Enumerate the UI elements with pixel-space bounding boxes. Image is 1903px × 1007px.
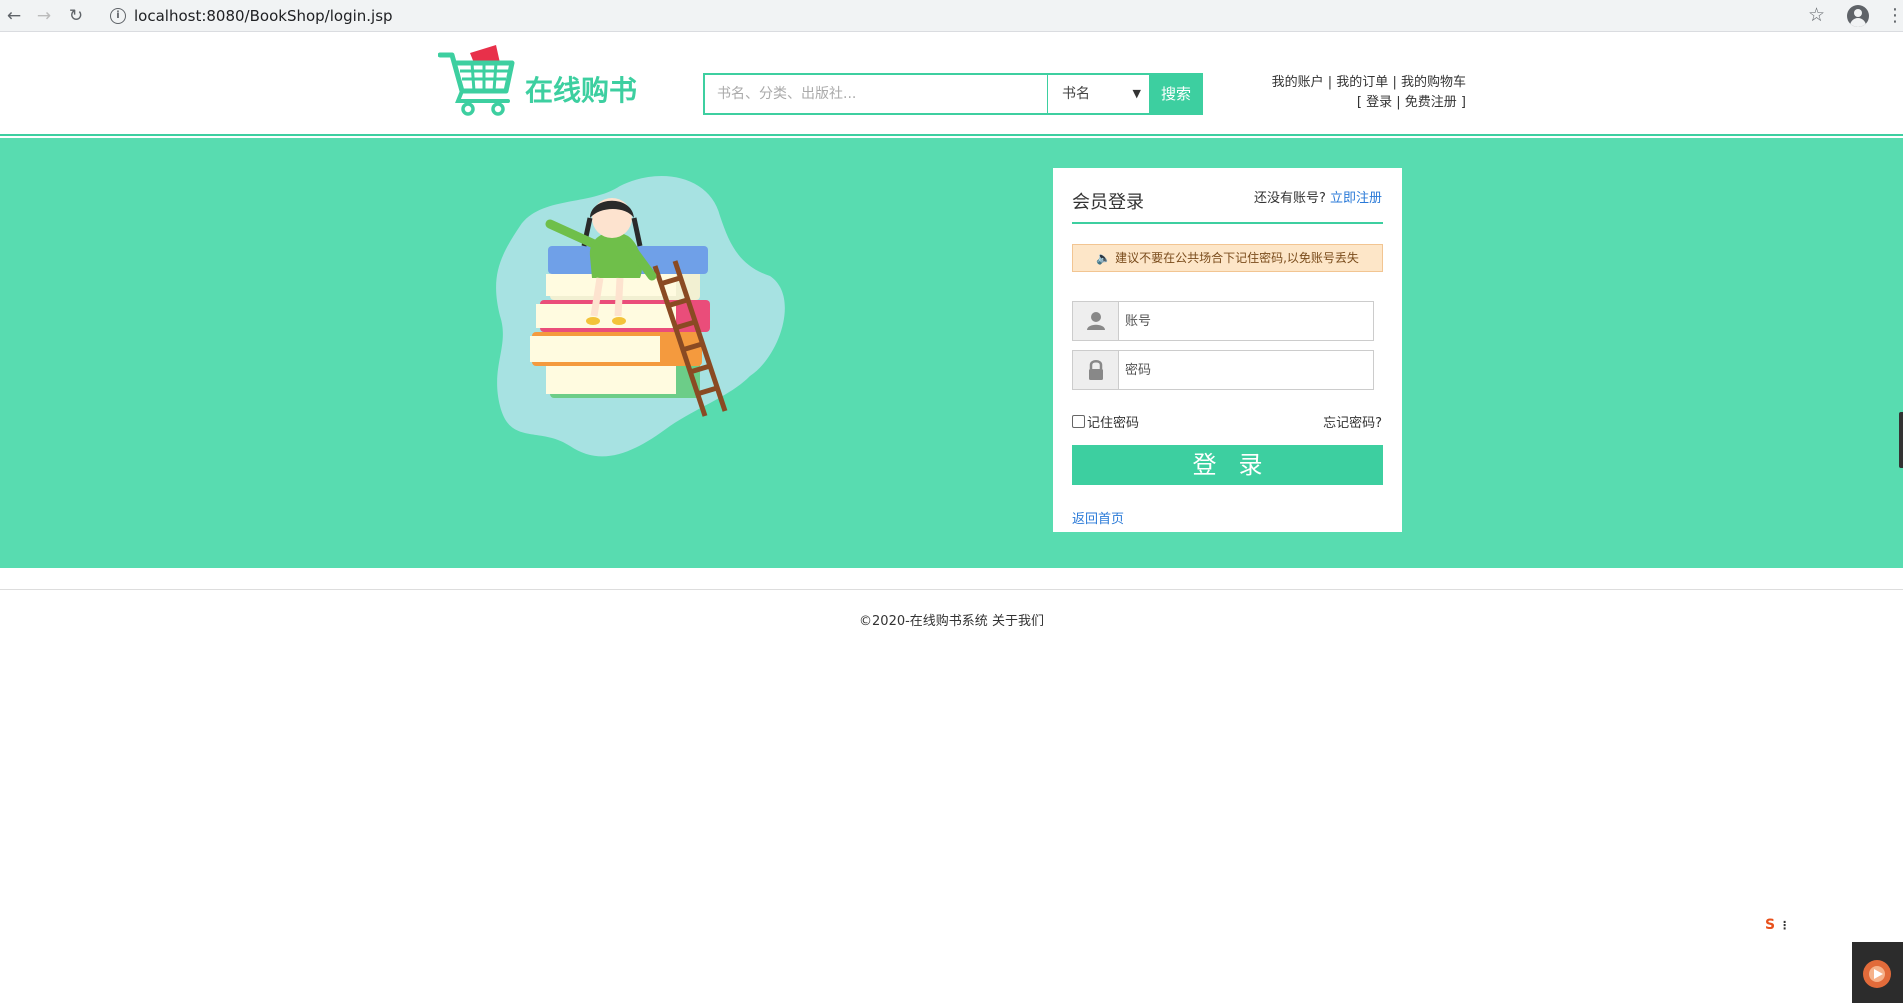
star-icon[interactable]: ☆ [1808,4,1825,26]
forward-icon[interactable]: → [34,6,54,26]
lock-icon [1073,351,1119,389]
register-now-link[interactable]: 立即注册 [1330,191,1382,206]
side-handle[interactable] [1899,412,1903,468]
back-home-link[interactable]: 返回首页 [1072,508,1124,527]
top-links: 我的账户 | 我的订单 | 我的购物车 [ 登录 | 免费注册 ] [1230,73,1466,113]
girl-on-books-illustration [496,176,785,457]
separator: | [1392,75,1397,90]
ime-toolbar[interactable]: S ⋮ [1765,917,1809,939]
forgot-password-link[interactable]: 忘记密码? [1323,412,1382,431]
sogou-ime-icon: S [1765,917,1776,933]
reload-icon[interactable]: ↻ [66,6,86,26]
security-notice: 🔈 建议不要在公共场合下记住密码,以免账号丢失 [1072,244,1383,272]
ime-menu-icon[interactable]: ⋮ [1779,919,1790,932]
search-category-select[interactable]: 书名 ▼ [1047,75,1149,113]
login-button[interactable]: 登录 [1072,445,1383,485]
notice-text: 建议不要在公共场合下记住密码,以免账号丢失 [1115,251,1359,265]
site-logo[interactable]: 在线购书 [437,41,738,121]
no-account-prompt: 还没有账号? 立即注册 [1254,187,1382,206]
account-icon[interactable] [1847,5,1869,27]
title-divider [1072,222,1383,224]
about-link[interactable]: 关于我们 [992,614,1044,629]
search-bar: 书名 ▼ 搜索 [703,73,1203,115]
footer: ©2020-在线购书系统 关于我们 [0,610,1903,629]
url-text[interactable]: localhost:8080/BookShop/login.jsp [134,7,393,25]
register-link[interactable]: 免费注册 [1405,95,1457,110]
account-field [1072,301,1374,341]
my-orders-link[interactable]: 我的订单 [1336,75,1388,90]
browser-toolbar: ← → ↻ i localhost:8080/BookShop/login.js… [0,0,1903,32]
login-panel: 会员登录 还没有账号? 立即注册 🔈建议不要在公共场合下记住密码,以免账号丢失 [1053,168,1402,532]
my-account-link[interactable]: 我的账户 [1272,75,1324,90]
gear-icon [1863,960,1891,988]
password-field [1072,350,1374,390]
my-cart-link[interactable]: 我的购物车 [1401,75,1466,90]
remember-checkbox[interactable] [1072,415,1085,428]
menu-icon[interactable]: ⋮ [1886,5,1903,26]
login-link[interactable]: 登录 [1366,95,1392,110]
chevron-down-icon: ▼ [1132,87,1141,100]
info-icon[interactable]: i [110,8,126,24]
copyright-text: ©2020-在线购书系统 [859,614,988,629]
back-icon[interactable]: ← [4,6,24,26]
remember-password[interactable]: 记住密码 [1072,412,1139,431]
speaker-icon: 🔈 [1096,251,1112,265]
cart-logo-icon [437,45,515,116]
login-title: 会员登录 [1072,192,1144,213]
no-account-text: 还没有账号? [1253,191,1326,206]
bracket-open: [ [1356,95,1362,110]
bracket-close: ] [1460,95,1466,110]
separator: | [1396,95,1401,110]
remember-label: 记住密码 [1087,416,1140,431]
floating-widget[interactable] [1852,942,1903,1003]
separator: | [1327,75,1333,90]
user-icon [1073,302,1119,340]
search-category-value: 书名 [1062,86,1090,102]
logo-title: 在线购书 [525,74,638,107]
account-input[interactable] [1119,302,1373,340]
site-header: 在线购书 书名 ▼ 搜索 我的账户 | 我的订单 | 我的购物车 [ 登录 | … [0,33,1903,136]
login-banner: 会员登录 还没有账号? 立即注册 🔈建议不要在公共场合下记住密码,以免账号丢失 [0,138,1903,568]
search-button[interactable]: 搜索 [1149,73,1203,115]
search-input[interactable] [705,75,1047,113]
password-input[interactable] [1119,351,1373,389]
footer-divider [0,589,1903,590]
